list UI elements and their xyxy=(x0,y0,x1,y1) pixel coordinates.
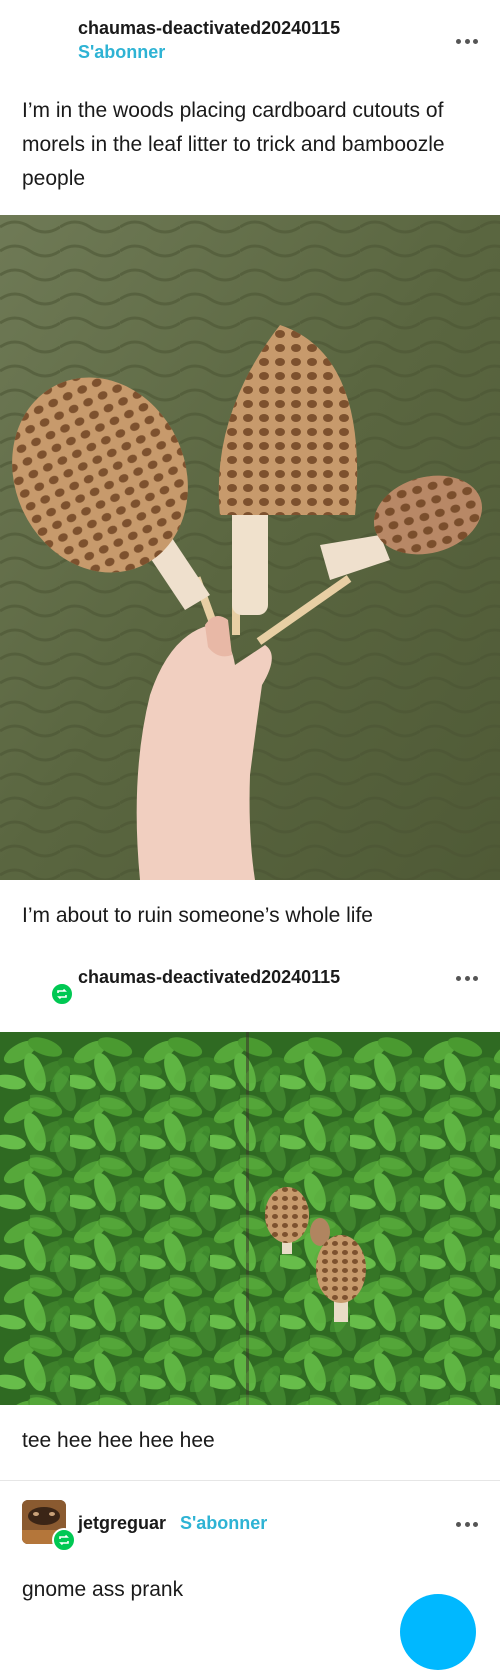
reblog-icon xyxy=(50,982,74,1006)
follow-button[interactable]: S'abonner xyxy=(78,42,165,63)
follow-button[interactable]: S'abonner xyxy=(180,1513,267,1534)
morel-cutouts-photo xyxy=(0,215,500,880)
post-divider xyxy=(0,1480,500,1481)
morels-in-woods-image xyxy=(0,1032,500,1405)
more-options-icon[interactable] xyxy=(456,37,478,45)
post-username[interactable]: jetgreguar xyxy=(78,1513,166,1534)
compose-button[interactable] xyxy=(400,1594,476,1670)
post-text: tee hee hee hee hee xyxy=(22,1429,215,1452)
post-text: gnome ass prank xyxy=(22,1578,184,1601)
morel-cutouts-image xyxy=(0,215,500,880)
reblog-username[interactable]: chaumas-deactivated20240115 xyxy=(78,967,340,988)
more-options-icon[interactable] xyxy=(456,974,478,982)
post-text: I’m in the woods placing cardboard cutou… xyxy=(22,99,445,190)
post-caption: I’m about to ruin someone’s whole life xyxy=(22,904,373,927)
morels-in-woods-photo xyxy=(0,1032,500,1405)
more-options-icon[interactable] xyxy=(456,1520,478,1528)
post-username[interactable]: chaumas-deactivated20240115 xyxy=(78,18,340,39)
reblog-icon xyxy=(52,1528,76,1552)
